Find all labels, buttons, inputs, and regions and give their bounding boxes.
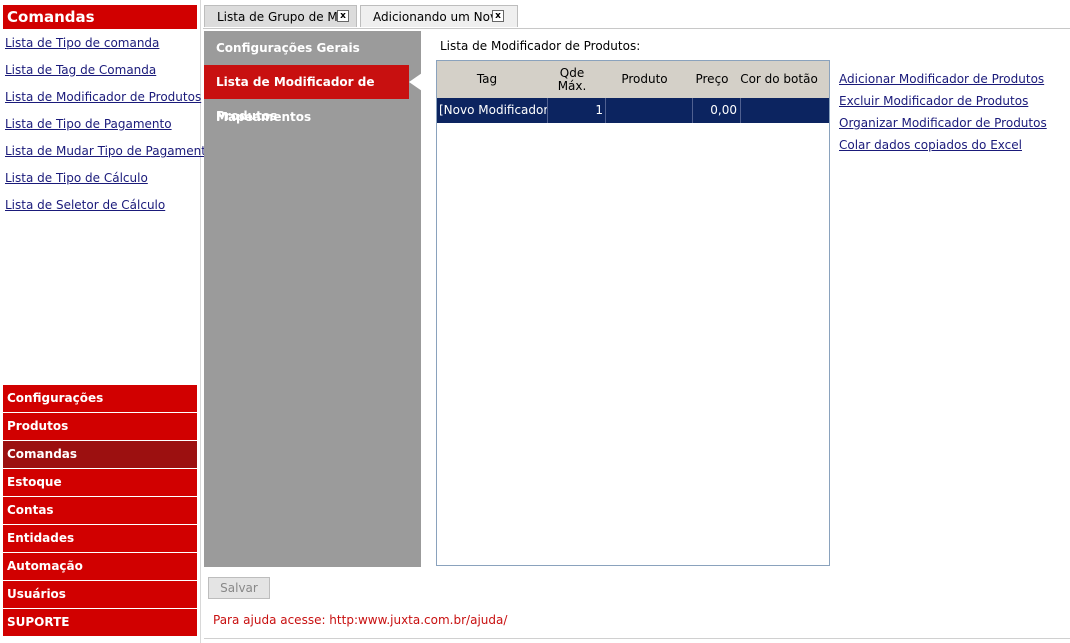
add-modifier-link[interactable]: Adicionar Modificador de Produtos bbox=[839, 70, 1047, 92]
tab-lista-grupo[interactable]: Lista de Grupo de Mo x bbox=[204, 5, 357, 27]
cell-preco[interactable]: 0,00 bbox=[693, 98, 741, 123]
tab-label: Adicionando um Novo bbox=[373, 10, 505, 24]
side-item-mapeamentos[interactable]: Mapeamentos bbox=[204, 100, 421, 134]
col-produto[interactable]: Produto bbox=[607, 61, 682, 98]
tab-label: Lista de Grupo de Mo bbox=[217, 10, 346, 24]
nav-comandas[interactable]: Comandas bbox=[3, 441, 197, 468]
nav-usuarios[interactable]: Usuários bbox=[3, 581, 197, 608]
section-title: Comandas bbox=[3, 5, 197, 29]
divider bbox=[204, 638, 1070, 639]
nav-entidades[interactable]: Entidades bbox=[3, 525, 197, 552]
cell-cor[interactable] bbox=[741, 98, 829, 123]
tab-adicionando[interactable]: Adicionando um Novo x bbox=[360, 5, 518, 27]
nav-automacao[interactable]: Automação bbox=[3, 553, 197, 580]
link-modificador-produtos[interactable]: Lista de Modificador de Produtos bbox=[5, 84, 213, 111]
cell-tag[interactable]: [Novo Modificador] bbox=[437, 98, 548, 123]
side-menu: Configurações Gerais Lista de Modificado… bbox=[204, 31, 421, 567]
side-item-configuracoes-gerais[interactable]: Configurações Gerais bbox=[204, 31, 421, 65]
nav-produtos[interactable]: Produtos bbox=[3, 413, 197, 440]
save-button[interactable]: Salvar bbox=[208, 577, 270, 599]
col-cor-botao[interactable]: Cor do botão bbox=[737, 61, 821, 98]
nav-contas[interactable]: Contas bbox=[3, 497, 197, 524]
delete-modifier-link[interactable]: Excluir Modificador de Produtos bbox=[839, 92, 1047, 114]
left-panel: Comandas Lista de Tipo de comanda Lista … bbox=[0, 0, 213, 643]
close-icon[interactable]: x bbox=[337, 10, 349, 22]
link-tipo-calculo[interactable]: Lista de Tipo de Cálculo bbox=[5, 165, 213, 192]
table-row[interactable]: [Novo Modificador] 1 0,00 bbox=[437, 98, 829, 123]
close-icon[interactable]: x bbox=[492, 10, 504, 22]
link-tipo-pagamento[interactable]: Lista de Tipo de Pagamento bbox=[5, 111, 213, 138]
grid-header: Tag Qde Máx. Produto Preço Cor do botão bbox=[437, 61, 829, 98]
nav-suporte[interactable]: SUPORTE bbox=[3, 609, 197, 636]
main-nav: Configurações Produtos Comandas Estoque … bbox=[3, 385, 197, 637]
modifier-grid[interactable]: Tag Qde Máx. Produto Preço Cor do botão … bbox=[436, 60, 830, 566]
link-tipo-comanda[interactable]: Lista de Tipo de comanda bbox=[5, 30, 213, 57]
link-seletor-calculo[interactable]: Lista de Seletor de Cálculo bbox=[5, 192, 213, 219]
action-links: Adicionar Modificador de Produtos Exclui… bbox=[839, 70, 1047, 158]
active-pointer-icon bbox=[409, 73, 422, 91]
side-item-lista-modificador[interactable]: Lista de Modificador de Produtos bbox=[204, 65, 409, 123]
nav-configuracoes[interactable]: Configurações bbox=[3, 385, 197, 412]
cell-produto[interactable] bbox=[606, 98, 693, 123]
paste-excel-link[interactable]: Colar dados copiados do Excel bbox=[839, 136, 1047, 158]
link-tag-comanda[interactable]: Lista de Tag de Comanda bbox=[5, 57, 213, 84]
nav-estoque[interactable]: Estoque bbox=[3, 469, 197, 496]
cell-qde-max[interactable]: 1 bbox=[548, 98, 606, 123]
col-qde-max[interactable]: Qde Máx. bbox=[547, 61, 597, 98]
section-links: Lista de Tipo de comanda Lista de Tag de… bbox=[5, 30, 213, 219]
col-tag[interactable]: Tag bbox=[437, 61, 537, 98]
help-text: Para ajuda acesse: http:www.juxta.com.br… bbox=[213, 613, 508, 627]
list-title: Lista de Modificador de Produtos: bbox=[440, 39, 641, 53]
organize-modifier-link[interactable]: Organizar Modificador de Produtos bbox=[839, 114, 1047, 136]
col-preco[interactable]: Preço bbox=[692, 61, 732, 98]
link-mudar-tipo-pagamento[interactable]: Lista de Mudar Tipo de Pagamento bbox=[5, 138, 213, 165]
